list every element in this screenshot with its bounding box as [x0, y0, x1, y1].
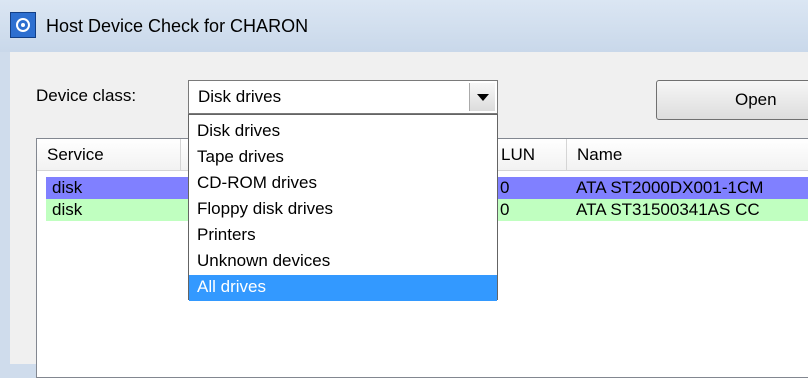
- dropdown-option-floppy-disk-drives[interactable]: Floppy disk drives: [189, 197, 497, 223]
- dropdown-option-all-drives[interactable]: All drives: [189, 275, 497, 301]
- row-name: ATA ST31500341AS CC: [576, 200, 760, 219]
- title-bar: Host Device Check for CHARON: [0, 0, 808, 52]
- column-header-name[interactable]: Name: [567, 139, 808, 170]
- device-class-dropdown-list[interactable]: Disk drives Tape drives CD-ROM drives Fl…: [188, 114, 498, 301]
- dropdown-option-cd-rom-drives[interactable]: CD-ROM drives: [189, 171, 497, 197]
- row-service: disk: [52, 178, 83, 197]
- window-title: Host Device Check for CHARON: [46, 16, 309, 36]
- row-lun: 0: [500, 200, 510, 219]
- dropdown-option-unknown-devices[interactable]: Unknown devices: [189, 249, 497, 275]
- dropdown-option-printers[interactable]: Printers: [189, 223, 497, 249]
- app-icon[interactable]: [10, 12, 36, 38]
- chevron-down-icon: [477, 94, 489, 101]
- dropdown-option-tape-drives[interactable]: Tape drives: [189, 145, 497, 171]
- column-header-service[interactable]: Service: [37, 139, 181, 170]
- row-lun: 0: [500, 178, 510, 197]
- device-class-select[interactable]: Disk drives: [188, 80, 498, 114]
- app-icon-dot: [21, 23, 25, 27]
- row-name: ATA ST2000DX001-1CM: [576, 178, 764, 197]
- row-service: disk: [52, 200, 83, 219]
- open-button-label: Open: [735, 90, 777, 109]
- device-class-label: Device class:: [36, 86, 137, 105]
- device-class-value: Disk drives: [198, 87, 282, 106]
- dropdown-button[interactable]: [469, 83, 495, 111]
- open-button[interactable]: Open: [656, 80, 808, 120]
- column-header-lun[interactable]: LUN: [491, 139, 567, 170]
- dropdown-option-disk-drives[interactable]: Disk drives: [189, 119, 497, 145]
